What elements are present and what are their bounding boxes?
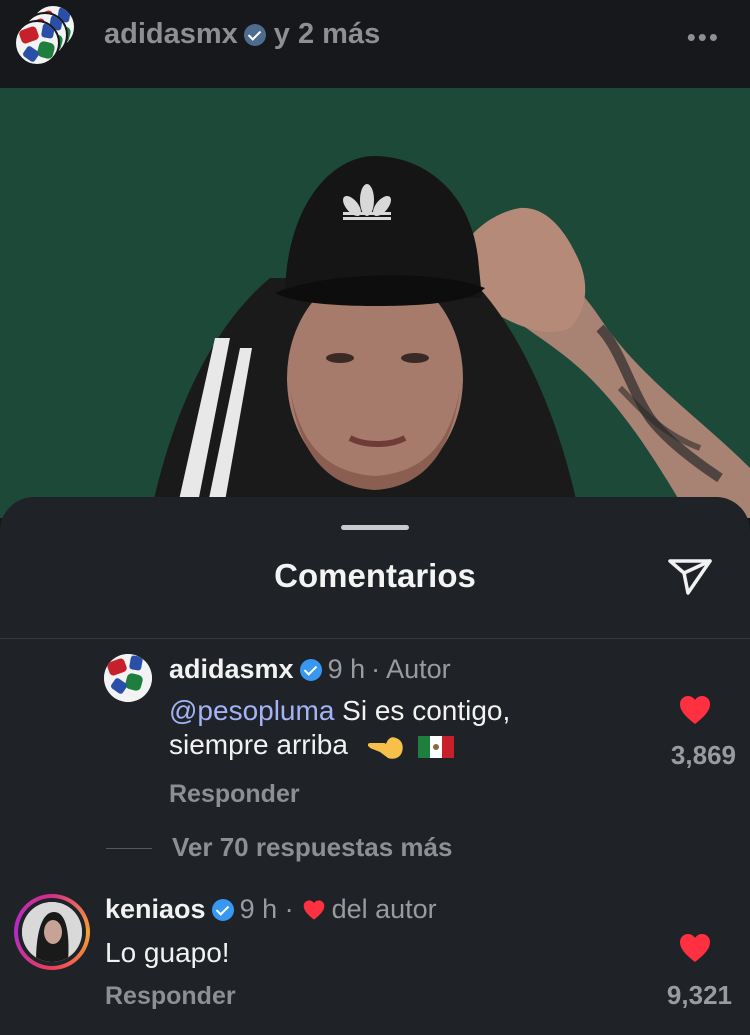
- comment-username[interactable]: keniaos: [105, 894, 206, 925]
- sheet-grabber[interactable]: [341, 525, 409, 530]
- heart-icon[interactable]: [678, 694, 712, 726]
- pointing-hand-icon: [367, 736, 403, 759]
- post-photo[interactable]: [0, 88, 750, 518]
- comment-text-line1: Si es contigo,: [334, 695, 511, 726]
- mention-link[interactable]: @pesopluma: [169, 695, 334, 726]
- comment-author[interactable]: adidasmx 9 h · Autor: [169, 654, 451, 685]
- comment-author[interactable]: keniaos 9 h · del autor: [105, 894, 437, 925]
- verified-badge-icon: [243, 23, 266, 46]
- verified-badge-icon: [299, 658, 322, 681]
- like-count: 9,321: [666, 980, 732, 1010]
- heart-icon[interactable]: [678, 932, 712, 964]
- divider: [106, 848, 152, 849]
- comment-text: Lo guapo!: [105, 937, 230, 968]
- comment-text-line2: siempre arriba: [169, 729, 348, 760]
- divider: [0, 638, 750, 639]
- collaborators-more[interactable]: y 2 más: [274, 18, 380, 51]
- more-dots-icon[interactable]: •••: [687, 22, 720, 53]
- post-header: adidasmx y 2 más •••: [0, 0, 750, 88]
- verified-badge-icon: [211, 898, 234, 921]
- post-photo-illustration: [0, 88, 750, 518]
- author-tag: · Autor: [371, 654, 451, 684]
- author-tag: del autor: [331, 894, 437, 924]
- liked-by-author-heart-icon: [303, 899, 324, 920]
- avatar[interactable]: [104, 654, 152, 702]
- view-replies-button[interactable]: Ver 70 respuestas más: [0, 832, 750, 868]
- avatar-photo: [22, 902, 82, 962]
- reply-button[interactable]: Responder: [105, 982, 236, 1011]
- avatar[interactable]: [14, 894, 90, 970]
- sheet-title: Comentarios: [274, 557, 476, 594]
- view-replies-label[interactable]: Ver 70 respuestas más: [172, 832, 452, 863]
- send-icon[interactable]: [666, 555, 714, 597]
- comments-sheet: Comentarios adidasmx 9 h · Autor @pesopl…: [0, 497, 750, 1035]
- like-count: 3,869: [670, 740, 736, 770]
- collab-avatars[interactable]: [12, 4, 80, 68]
- reply-button[interactable]: Responder: [169, 780, 300, 809]
- mexico-flag-icon: [417, 735, 454, 758]
- comment-username[interactable]: adidasmx: [169, 654, 294, 685]
- avatar: [14, 20, 60, 66]
- post-author[interactable]: adidasmx y 2 más: [104, 18, 380, 51]
- post-author-username[interactable]: adidasmx: [104, 18, 238, 51]
- comment-text: @pesopluma Si es contigo, siempre arriba: [169, 694, 609, 762]
- comment-time: 9 h: [327, 654, 366, 684]
- comment-time: 9 h ·: [239, 894, 294, 924]
